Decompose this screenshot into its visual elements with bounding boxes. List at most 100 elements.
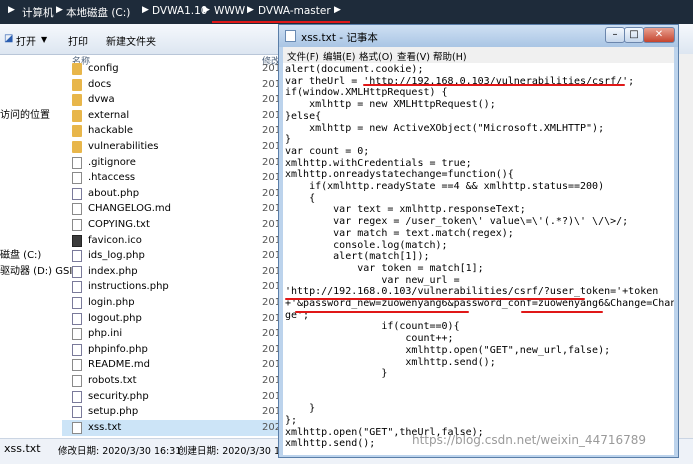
file-row[interactable]: setup.php 201: [62, 404, 281, 420]
file-row[interactable]: external 201: [62, 108, 281, 124]
file-row[interactable]: favicon.ico 201: [62, 233, 281, 249]
code-line: xmlhttp.withCredentials = true;: [285, 157, 472, 169]
folder-icon: [72, 94, 82, 107]
file-icon: [72, 281, 82, 294]
file-icon: [72, 390, 82, 403]
file-row[interactable]: config 201: [62, 61, 281, 77]
open-icon: ◪: [4, 33, 14, 44]
code-line: var regex = /user_token\' value\=\'(.*?)…: [285, 216, 629, 228]
maximize-button[interactable]: □: [624, 27, 644, 43]
code-line: var token = match[1];: [285, 262, 484, 274]
code-line: 'http://192.168.0.103/vulnerabilities/cs…: [285, 286, 659, 298]
folder-icon: [72, 125, 82, 138]
file-name: instructions.php: [88, 281, 169, 293]
red-annotation-underline: [521, 311, 603, 313]
code-line: }else{: [285, 110, 322, 122]
file-name: logout.php: [88, 312, 142, 324]
menu-edit[interactable]: 编辑(E): [323, 49, 355, 63]
menu-view[interactable]: 查看(V): [397, 49, 430, 63]
file-row[interactable]: logout.php 201: [62, 311, 281, 327]
breadcrumb-dvwa-master[interactable]: DVWA-master: [258, 5, 331, 17]
file-row[interactable]: .gitignore 201: [62, 155, 281, 171]
file-row[interactable]: php.ini 201: [62, 326, 281, 342]
notepad-titlebar[interactable]: xss.txt - 记事本 – □ ✕: [279, 25, 678, 47]
code-line: alert(match[1]);: [285, 251, 430, 263]
chevron-right-icon: ▶: [56, 5, 63, 15]
file-name: setup.php: [88, 406, 139, 418]
watermark: https://blog.csdn.net/weixin_44716789: [412, 433, 647, 447]
file-icon: [72, 359, 82, 372]
file-row[interactable]: login.php 201: [62, 295, 281, 311]
file-icon: [72, 172, 82, 185]
file-row[interactable]: CHANGELOG.md 201: [62, 201, 281, 217]
print-button[interactable]: 打印: [68, 33, 88, 48]
menu-format[interactable]: 格式(O): [359, 49, 393, 63]
minimize-button[interactable]: –: [605, 27, 625, 43]
menu-help[interactable]: 帮助(H): [433, 49, 467, 63]
file-name: login.php: [88, 297, 135, 308]
code-line: if(window.XMLHttpRequest) {: [285, 87, 448, 99]
file-row[interactable]: xss.txt 202: [62, 419, 281, 436]
notepad-text-area[interactable]: xmlhttp.send(); xmlhttp.open("GET",theUrl…: [283, 63, 674, 455]
code-line: var text = xmlhttp.responseText;: [285, 204, 526, 216]
file-row[interactable]: README.md 201: [62, 357, 281, 373]
menu-file[interactable]: 文件(F): [287, 49, 319, 63]
file-row[interactable]: ids_log.php 201: [62, 248, 281, 264]
address-bar[interactable]: ▶ 计算机 ▶ 本地磁盘 (C:) ▶ DVWA1.10 ▶ WWW ▶ DVW…: [0, 0, 693, 24]
file-icon: [72, 250, 82, 263]
file-name: COPYING.txt: [88, 219, 150, 230]
file-name: hackable: [88, 125, 133, 137]
code-line: xmlhttp.send();: [285, 356, 496, 368]
code-line: count++;: [285, 333, 454, 345]
breadcrumb-dvwa110[interactable]: DVWA1.10: [152, 5, 207, 17]
chevron-right-icon: ▶: [8, 5, 15, 15]
navigation-pane: 访问的位置 磁盘 (C:) 驱动器 (D:) GSI: [0, 60, 72, 440]
code-line: xmlhttp = new ActiveXObject("Microsoft.X…: [285, 122, 605, 134]
file-name: dvwa: [88, 94, 115, 106]
close-button[interactable]: ✕: [643, 27, 675, 43]
file-row[interactable]: instructions.php 201: [62, 279, 281, 295]
file-icon: [72, 219, 82, 231]
nav-recent-places[interactable]: 访问的位置: [0, 106, 50, 121]
red-annotation-underline: [363, 84, 625, 86]
file-icon: [72, 406, 82, 419]
file-row[interactable]: phpinfo.php 201: [62, 342, 281, 358]
file-icon: [72, 343, 82, 356]
notepad-title: xss.txt - 记事本: [301, 32, 378, 44]
new-folder-button[interactable]: 新建文件夹: [106, 33, 156, 48]
code-line: if(count==0){: [285, 321, 460, 333]
file-row[interactable]: robots.txt 201: [62, 373, 281, 389]
file-row[interactable]: .htaccess 201: [62, 170, 281, 186]
code-line: var new_url =: [285, 274, 460, 286]
file-name: vulnerabilities: [88, 141, 159, 152]
open-button[interactable]: 打开: [16, 33, 36, 48]
file-name: phpinfo.php: [88, 343, 148, 355]
file-row[interactable]: security.php 201: [62, 389, 281, 405]
chevron-right-icon: ▶: [334, 5, 341, 15]
file-row[interactable]: vulnerabilities 201: [62, 139, 281, 155]
file-row[interactable]: index.php 201: [62, 264, 281, 280]
status-filename: xss.txt: [4, 442, 41, 455]
chevron-right-icon: ▶: [247, 5, 254, 15]
breadcrumb-www[interactable]: WWW: [214, 5, 245, 17]
breadcrumb-computer[interactable]: 计算机: [22, 5, 54, 20]
file-row[interactable]: about.php 201: [62, 186, 281, 202]
notepad-window: xss.txt - 记事本 – □ ✕ 文件(F) 编辑(E) 格式(O) 查看…: [278, 24, 679, 458]
status-modified: 修改日期: 2020/3/30 16:31: [58, 446, 182, 457]
code-line: {: [285, 192, 316, 204]
nav-disk-c[interactable]: 磁盘 (C:): [0, 246, 41, 261]
file-icon: [72, 156, 82, 169]
file-row[interactable]: hackable 201: [62, 123, 281, 139]
file-name: security.php: [88, 390, 149, 402]
file-name: ids_log.php: [88, 250, 145, 262]
file-icon: [72, 297, 82, 309]
notepad-menubar: 文件(F) 编辑(E) 格式(O) 查看(V) 帮助(H): [283, 47, 674, 63]
file-row[interactable]: COPYING.txt 201: [62, 217, 281, 233]
image-file-icon: [72, 234, 82, 247]
breadcrumb-disk-c[interactable]: 本地磁盘 (C:): [66, 5, 130, 20]
file-name: php.ini: [88, 328, 123, 340]
file-name: favicon.ico: [88, 234, 142, 246]
file-row[interactable]: docs 201: [62, 77, 281, 93]
code-line: var count = 0;: [285, 145, 370, 157]
file-row[interactable]: dvwa 201: [62, 92, 281, 108]
